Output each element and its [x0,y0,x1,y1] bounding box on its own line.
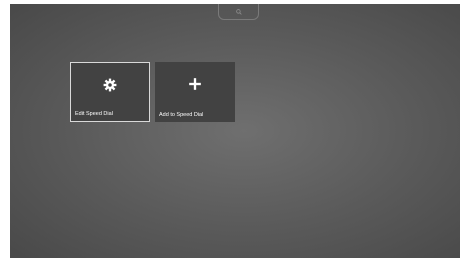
search-tab[interactable] [218,4,259,20]
tile-label: Add to Speed Dial [159,111,204,118]
add-to-speed-dial-tile[interactable]: Add to Speed Dial [155,62,235,122]
edit-speed-dial-tile[interactable]: Edit Speed Dial [70,62,150,122]
gear-icon [103,78,117,97]
plus-icon [188,77,202,96]
speed-dial-page: Edit Speed Dial Add to Speed Dial [10,4,460,258]
tile-label: Edit Speed Dial [75,110,113,117]
search-icon [235,4,242,20]
page: Edit Speed Dial Add to Speed Dial [0,0,462,261]
